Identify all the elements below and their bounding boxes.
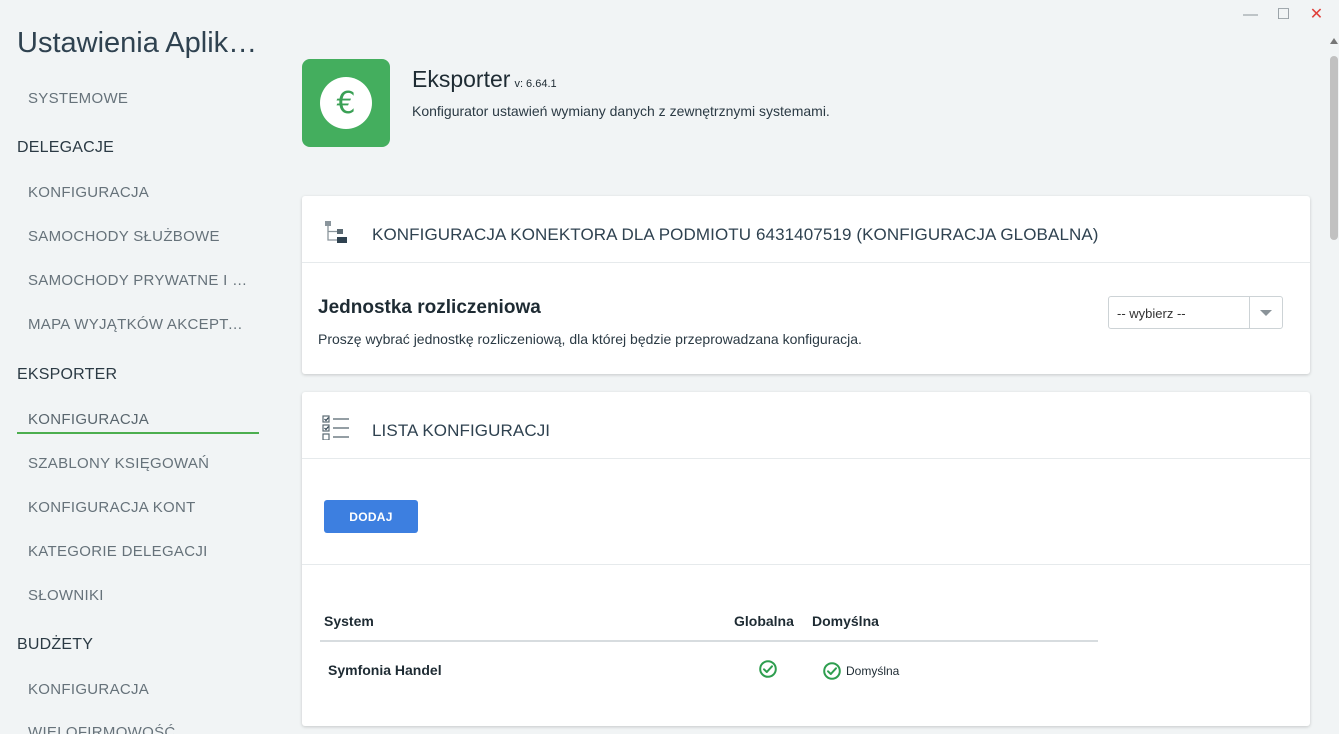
sidebar-item-szablony-ksiegowan[interactable]: SZABLONY KSIĘGOWAŃ: [28, 455, 250, 472]
divider: [302, 564, 1310, 565]
sidebar-section-delegacje: DELEGACJE: [17, 139, 114, 156]
sidebar-item-slowniki[interactable]: SŁOWNIKI: [28, 587, 250, 604]
sidebar-item-samochody-prywatne[interactable]: SAMOCHODY PRYWATNE I ŚLUŻBOWE: [28, 272, 250, 289]
table-header: System Globalna Domyślna: [320, 602, 1098, 642]
list-card-title: LISTA KONFIGURACJI: [372, 421, 551, 440]
select-separator: [1249, 297, 1250, 328]
column-header-domyslna[interactable]: Domyślna: [812, 613, 879, 629]
connector-config-card: KONFIGURACJA KONEKTORA DLA PODMIOTU 6431…: [302, 196, 1310, 374]
unit-select-value: -- wybierz --: [1117, 306, 1186, 321]
scroll-up-arrow-icon[interactable]: [1330, 38, 1338, 44]
card-header: KONFIGURACJA KONEKTORA DLA PODMIOTU 6431…: [302, 196, 1310, 263]
check-circle-icon: [823, 662, 841, 680]
config-list-card: LISTA KONFIGURACJI DODAJ System Globalna…: [302, 392, 1310, 726]
scrollbar-thumb[interactable]: [1330, 56, 1338, 240]
sidebar: Ustawienia Aplikacji SYSTEMOWE DELEGACJE…: [0, 0, 272, 734]
row-system-name: Symfonia Handel: [328, 662, 442, 678]
vertical-scrollbar[interactable]: [1329, 34, 1338, 734]
euro-icon: €: [320, 77, 372, 129]
close-icon[interactable]: ✕: [1300, 4, 1333, 24]
sidebar-item-mapa-wyjatkow[interactable]: MAPA WYJĄTKÓW AKCEPTACJI: [28, 316, 250, 333]
app-logo: €: [302, 59, 390, 147]
sidebar-item-budzety-konfiguracja[interactable]: KONFIGURACJA: [28, 681, 250, 698]
sidebar-item-eksporter-konfiguracja[interactable]: KONFIGURACJA: [28, 411, 250, 428]
column-header-globalna[interactable]: Globalna: [734, 613, 794, 629]
app-name-line: Eksporter v: 6.64.1: [412, 66, 557, 93]
app-title: Ustawienia Aplikacji: [17, 27, 267, 59]
check-circle-icon: [759, 660, 777, 678]
sidebar-item-kategorie-delegacji[interactable]: KATEGORIE DELEGACJI: [28, 543, 250, 560]
app-description: Konfigurator ustawień wymiany danych z z…: [412, 103, 830, 119]
window-controls: — ☐ ✕: [1234, 4, 1333, 24]
sidebar-item-systemowe[interactable]: SYSTEMOWE: [28, 90, 250, 107]
row-default-label: Domyślna: [846, 664, 900, 678]
minimize-icon[interactable]: —: [1234, 4, 1267, 24]
active-item-underline: [17, 432, 259, 434]
card-header: LISTA KONFIGURACJI: [302, 392, 1310, 459]
unit-description: Proszę wybrać jednostkę rozliczeniową, d…: [318, 331, 862, 347]
chevron-down-icon[interactable]: [1260, 310, 1272, 316]
app-name: Eksporter: [412, 66, 511, 92]
sidebar-item-konfiguracja-kont[interactable]: KONFIGURACJA KONT: [28, 499, 250, 516]
sidebar-section-budzety: BUDŻETY: [17, 636, 94, 653]
column-header-system[interactable]: System: [324, 613, 374, 629]
app-version: v: 6.64.1: [514, 78, 557, 90]
add-button[interactable]: DODAJ: [324, 500, 418, 533]
maximize-icon[interactable]: ☐: [1267, 4, 1300, 24]
sidebar-item-delegacje-konfiguracja[interactable]: KONFIGURACJA: [28, 184, 250, 201]
sidebar-section-eksporter: EKSPORTER: [17, 366, 118, 383]
unit-select[interactable]: -- wybierz --: [1108, 296, 1283, 329]
sidebar-item-wielofirmowosc[interactable]: WIELOFIRMOWOŚĆ: [28, 724, 250, 734]
sidebar-item-samochody-sluzbowe[interactable]: SAMOCHODY SŁUŻBOWE: [28, 228, 250, 245]
checklist-icon: [322, 415, 349, 440]
hierarchy-icon: [325, 221, 347, 243]
unit-title: Jednostka rozliczeniowa: [318, 297, 541, 318]
connector-card-title: KONFIGURACJA KONEKTORA DLA PODMIOTU 6431…: [372, 225, 1099, 244]
